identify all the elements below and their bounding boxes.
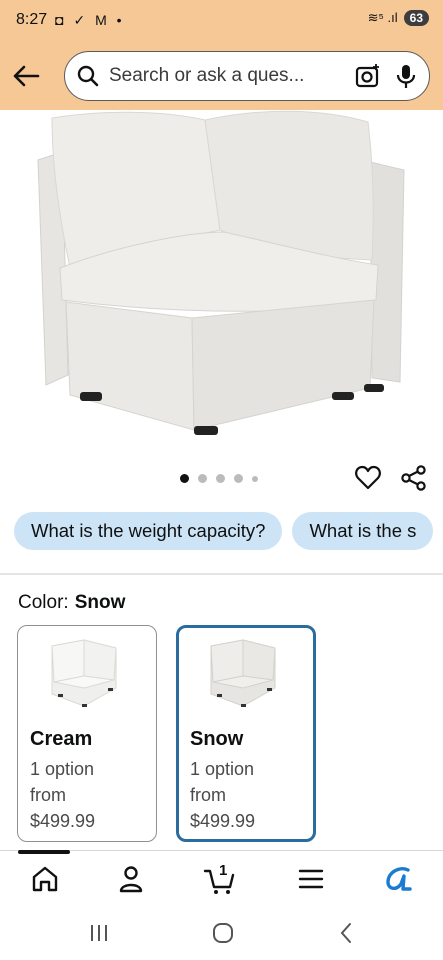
back-button-icon[interactable] [334, 920, 360, 946]
home-icon[interactable] [28, 862, 62, 896]
menu-icon[interactable] [294, 862, 328, 896]
heart-icon[interactable] [354, 464, 382, 492]
system-nav-bar [0, 904, 443, 960]
swatch-details: 1 option from $499.99 [30, 756, 95, 834]
microphone-icon[interactable] [395, 63, 417, 89]
product-image[interactable] [0, 110, 443, 455]
color-label-row: Color: Snow [18, 592, 125, 614]
notification-icons: ◘ ✓ M • [55, 11, 125, 28]
account-icon[interactable] [114, 862, 148, 896]
swatch-snow[interactable]: Snow 1 option from $499.99 [176, 625, 316, 842]
swatch-thumbnail [51, 639, 117, 707]
image-carousel-dots [180, 474, 258, 483]
status-bar: 8:27 ◘ ✓ M • ≋⁵ .ıl 63 [0, 0, 443, 40]
status-right: ≋⁵ .ıl 63 [368, 10, 429, 26]
app-screen: 8:27 ◘ ✓ M • ≋⁵ .ıl 63 Search or ask a q… [0, 0, 443, 960]
status-time: 8:27 [16, 11, 48, 28]
search-header: Search or ask a ques... [0, 40, 443, 110]
share-icon[interactable] [400, 464, 428, 492]
swatch-thumbnail [210, 639, 276, 707]
swatch-cream[interactable]: Cream 1 option from $499.99 [17, 625, 157, 842]
swatch-options: 1 option [190, 759, 255, 779]
carousel-dot[interactable] [234, 474, 243, 483]
search-placeholder: Search or ask a ques... [109, 65, 305, 86]
network-icon: ≋⁵ .ıl [367, 10, 398, 25]
swatch-from: from [30, 785, 66, 805]
carousel-dot[interactable] [180, 474, 189, 483]
question-chip[interactable]: What is the weight capacity? [14, 512, 283, 550]
cart-button[interactable]: 1 [203, 862, 237, 896]
section-divider [0, 573, 443, 575]
battery-indicator: 63 [403, 10, 429, 26]
carousel-dot[interactable] [216, 474, 225, 483]
color-value: Snow [74, 592, 126, 613]
swatch-options: 1 option [30, 759, 95, 779]
swatch-price: $499.99 [190, 811, 256, 831]
search-input[interactable]: Search or ask a ques... [64, 51, 430, 101]
rufus-icon[interactable] [382, 862, 416, 896]
recent-apps-icon[interactable] [86, 920, 112, 946]
carousel-dot[interactable] [198, 474, 207, 483]
swatch-name: Snow [190, 728, 244, 750]
question-chip[interactable]: What is the s [292, 512, 434, 550]
swatch-price: $499.99 [30, 811, 96, 831]
bottom-nav: 1 [0, 852, 443, 904]
swatch-details: 1 option from $499.99 [190, 756, 255, 834]
cart-count: 1 [219, 862, 228, 879]
back-arrow-icon[interactable] [10, 62, 42, 90]
question-chips: What is the weight capacity? What is the … [14, 512, 443, 552]
swatch-name: Cream [30, 728, 93, 750]
search-icon [77, 65, 99, 87]
home-button-icon[interactable] [210, 920, 236, 946]
camera-search-icon[interactable] [355, 63, 381, 89]
color-label: Color: [18, 592, 69, 613]
carousel-dot[interactable] [252, 475, 258, 482]
swatch-from: from [190, 785, 226, 805]
